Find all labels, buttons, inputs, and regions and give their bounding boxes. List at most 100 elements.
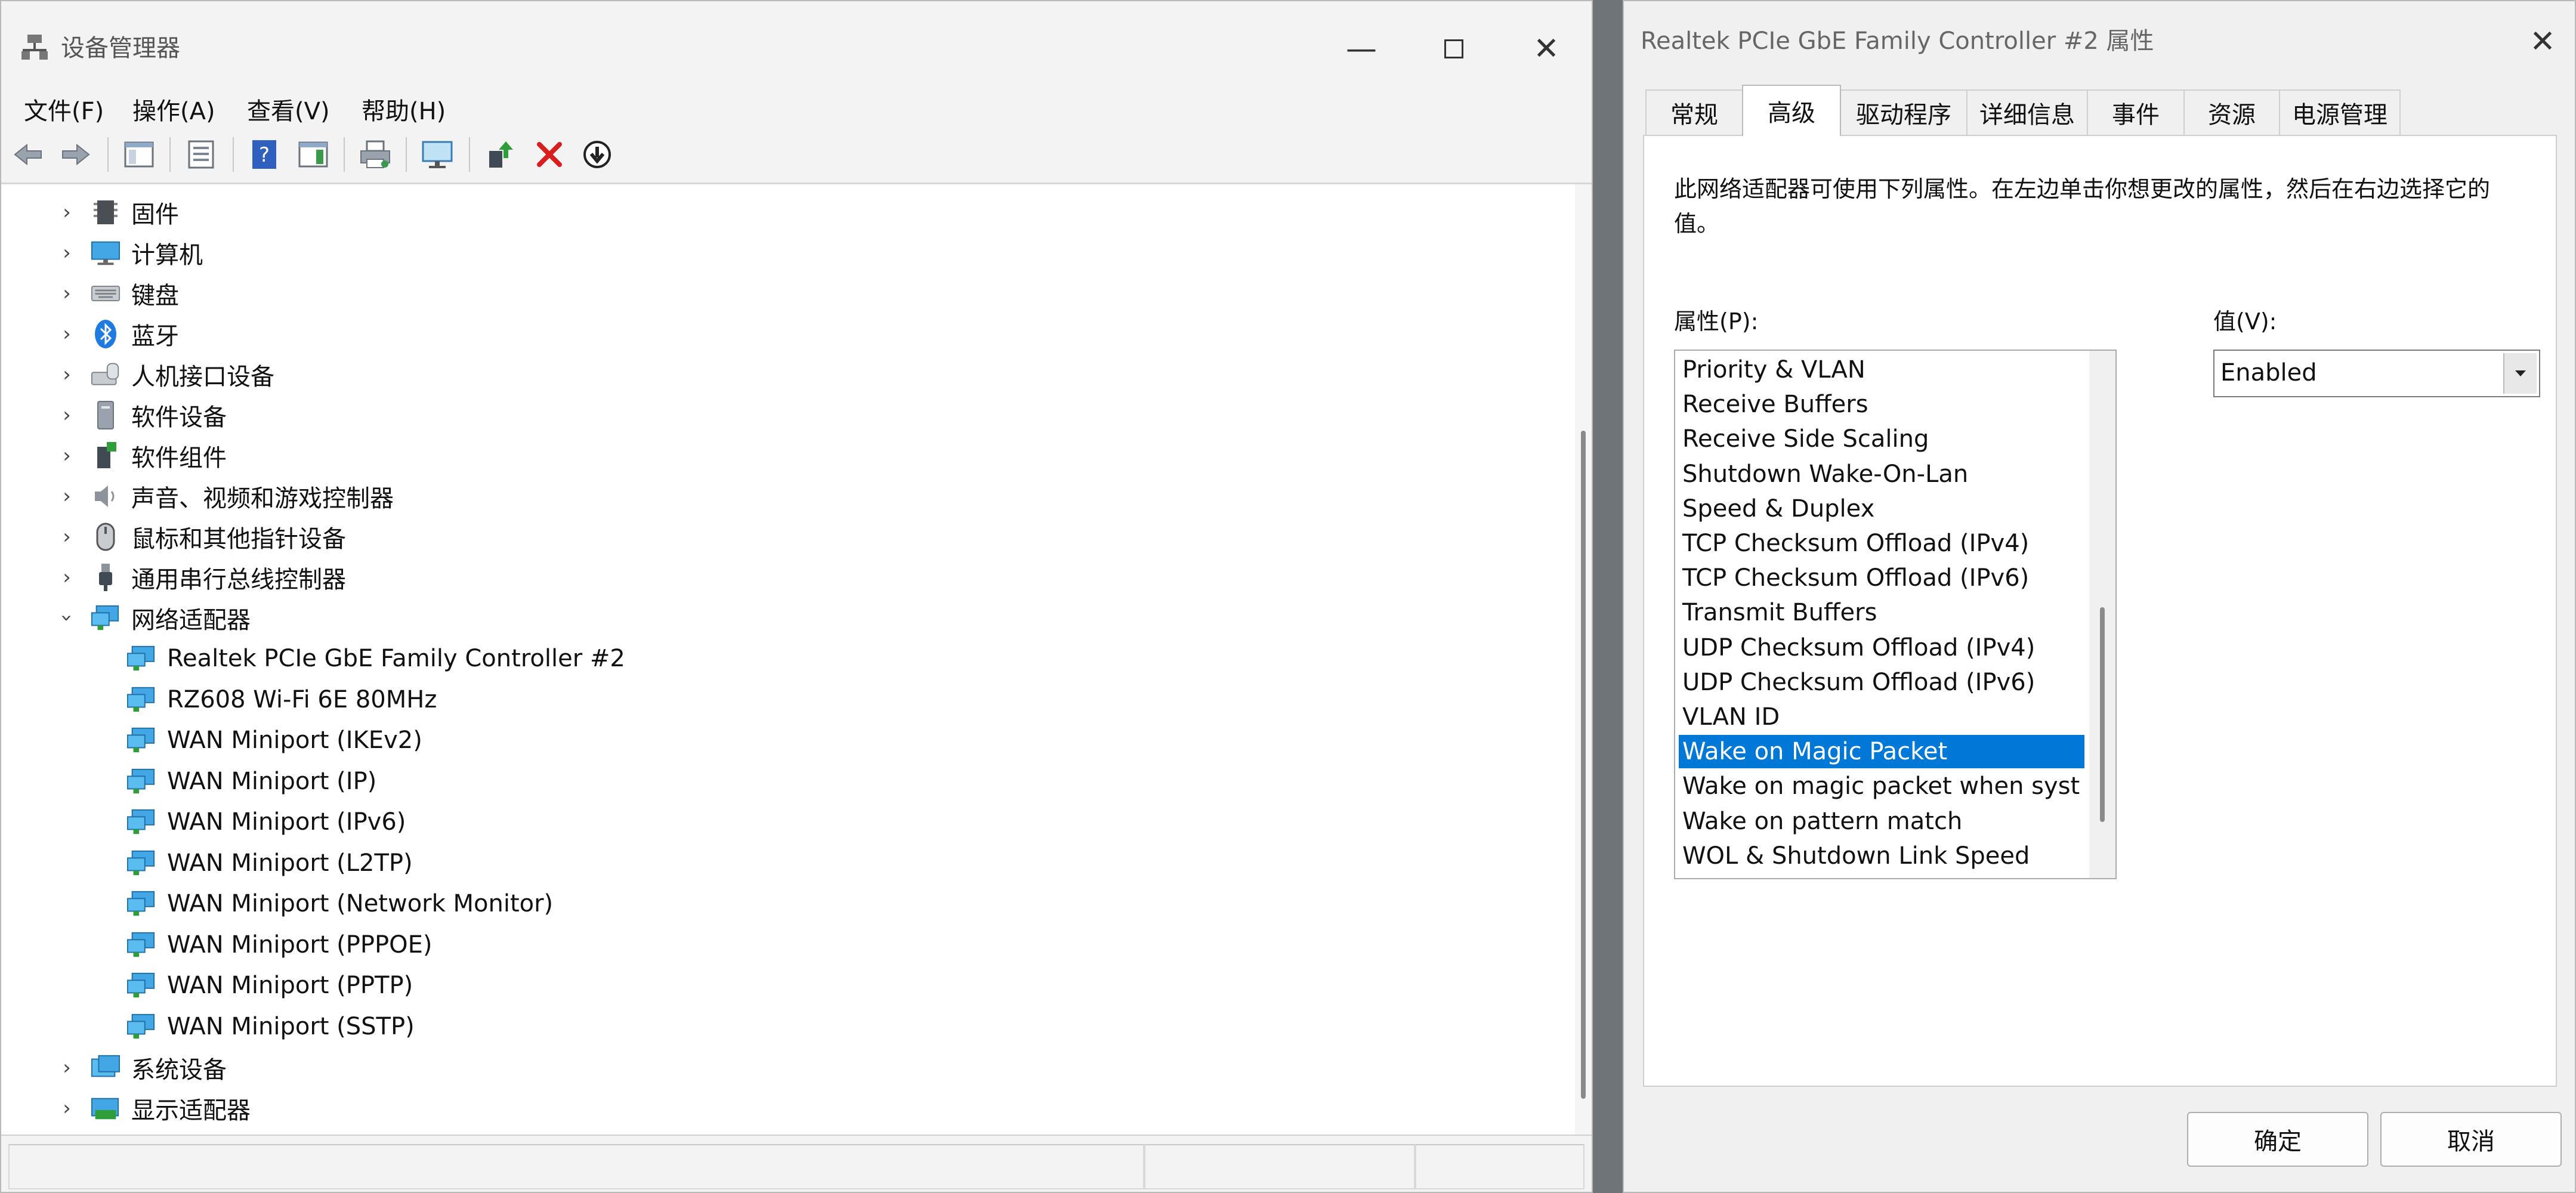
network-adapter-label: WAN Miniport (IPv6) (167, 808, 406, 836)
chevron-right-icon[interactable]: › (55, 1056, 79, 1080)
chevron-right-icon[interactable]: › (55, 403, 79, 427)
network-adapter-item[interactable]: WAN Miniport (IPv6) (115, 802, 406, 842)
maximize-button[interactable] (1418, 19, 1490, 79)
dropdown-arrow-icon[interactable] (2503, 353, 2537, 394)
tree-category-mouse[interactable]: › 鼠标和其他指针设备 (55, 517, 346, 557)
property-list-item[interactable]: Receive Buffers (1679, 388, 2084, 421)
tree-category-network-adapters[interactable]: › 网络适配器 (55, 598, 251, 638)
tab-general[interactable]: 常规 (1645, 89, 1743, 135)
tree-category-usb[interactable]: › 通用串行总线控制器 (55, 558, 346, 597)
device-tree[interactable]: › 固件 › 计算机 › 键盘 › 蓝牙 › 人机接口设备 › 软件设备 › 软… (1, 184, 1575, 1135)
network-adapter-item[interactable]: WAN Miniport (IP) (115, 762, 376, 801)
tree-category-label: 声音、视频和游戏控制器 (131, 485, 394, 512)
tree-category-keyboard[interactable]: › 键盘 (55, 274, 179, 313)
chevron-right-icon[interactable]: › (55, 363, 79, 387)
property-list-item[interactable]: WOL & Shutdown Link Speed (1679, 839, 2084, 873)
tab-advanced[interactable]: 高级 (1742, 85, 1841, 136)
tree-category-system-devices[interactable]: › 系统设备 (55, 1048, 227, 1087)
tree-category-software-devices[interactable]: › 软件设备 (55, 395, 227, 435)
property-list-item[interactable]: Speed & Duplex (1679, 492, 2084, 526)
dialog-close-button[interactable]: ✕ (2507, 12, 2575, 72)
tab-events[interactable]: 事件 (2087, 89, 2185, 135)
network-adapter-item[interactable]: WAN Miniport (PPPOE) (115, 925, 433, 965)
property-list-item[interactable]: Wake on magic packet when syst (1679, 769, 2084, 803)
chevron-right-icon[interactable]: › (55, 282, 79, 305)
property-list-item[interactable]: Priority & VLAN (1679, 353, 2084, 387)
disable-device-button[interactable] (531, 136, 568, 173)
menu-help[interactable]: 帮助(H) (357, 88, 450, 130)
chevron-right-icon[interactable]: › (55, 525, 79, 549)
property-list-item[interactable]: VLAN ID (1679, 700, 2084, 734)
network-adapter-icon (126, 930, 156, 960)
tree-category-label: 计算机 (131, 242, 203, 269)
listbox-scrollbar-thumb[interactable] (2100, 607, 2105, 822)
value-dropdown[interactable]: Enabled (2213, 350, 2540, 397)
chevron-down-icon[interactable]: › (55, 606, 79, 630)
chevron-right-icon[interactable]: › (55, 322, 79, 346)
tree-category-bluetooth[interactable]: › 蓝牙 (55, 314, 179, 354)
print-button[interactable] (357, 136, 394, 173)
tree-category-computer[interactable]: › 计算机 (55, 233, 203, 273)
description-text: 此网络适配器可使用下列属性。在左边单击你想更改的属性，然后在右边选择它的值。 (1674, 176, 2491, 237)
ok-button[interactable]: 确定 (2187, 1112, 2368, 1167)
network-adapter-icon (126, 644, 156, 673)
network-adapter-item[interactable]: Realtek PCIe GbE Family Controller #2 (115, 639, 625, 678)
chevron-right-icon[interactable]: › (55, 200, 79, 224)
action-pane-button[interactable] (295, 136, 332, 173)
property-list-item[interactable]: TCP Checksum Offload (IPv6) (1679, 561, 2084, 595)
properties-dialog: Realtek PCIe GbE Family Controller #2 属性… (1623, 0, 2576, 1193)
chevron-right-icon[interactable]: › (55, 1096, 79, 1120)
forward-button[interactable] (57, 136, 94, 173)
chevron-right-icon[interactable]: › (55, 444, 79, 468)
menu-action[interactable]: 操作(A) (128, 88, 220, 130)
value-dropdown-selected: Enabled (2220, 359, 2317, 387)
tree-category-sound[interactable]: › 声音、视频和游戏控制器 (55, 477, 394, 516)
show-hide-console-tree-button[interactable] (121, 136, 157, 173)
tab-power-management[interactable]: 电源管理 (2279, 89, 2401, 135)
cancel-button[interactable]: 取消 (2380, 1112, 2562, 1167)
property-list-item[interactable]: Shutdown Wake-On-Lan (1679, 458, 2084, 491)
network-adapter-item[interactable]: WAN Miniport (SSTP) (115, 1007, 415, 1046)
value-label: 值(V): (2213, 308, 2277, 335)
disable-device-icon (583, 141, 611, 168)
menu-file[interactable]: 文件(F) (19, 88, 109, 130)
property-list-item[interactable]: Wake on Magic Packet (1679, 735, 2084, 769)
properties-button[interactable] (183, 136, 220, 173)
property-list-item[interactable]: UDP Checksum Offload (IPv4) (1679, 631, 2084, 665)
help-button[interactable]: ? (246, 136, 283, 173)
tree-category-hid[interactable]: › 人机接口设备 (55, 355, 274, 394)
network-adapter-item[interactable]: WAN Miniport (IKEv2) (115, 721, 422, 760)
property-list-item[interactable]: Transmit Buffers (1679, 596, 2084, 629)
property-list-item[interactable]: Wake on pattern match (1679, 805, 2084, 838)
network-adapter-icon (126, 725, 156, 755)
minimize-button[interactable]: — (1326, 19, 1397, 79)
tab-details[interactable]: 详细信息 (1966, 89, 2088, 135)
network-adapter-item[interactable]: WAN Miniport (PPTP) (115, 966, 413, 1005)
property-list-item[interactable]: UDP Checksum Offload (IPv6) (1679, 666, 2084, 699)
network-adapter-item[interactable]: WAN Miniport (L2TP) (115, 843, 413, 883)
chevron-right-icon[interactable]: › (55, 484, 79, 508)
disable-driver-button[interactable] (579, 136, 616, 173)
chevron-right-icon[interactable]: › (55, 241, 79, 265)
property-list-item[interactable]: TCP Checksum Offload (IPv4) (1679, 527, 2084, 560)
chevron-right-icon[interactable]: › (55, 565, 79, 589)
tab-resources[interactable]: 资源 (2183, 89, 2280, 135)
property-list-item[interactable]: Receive Side Scaling (1679, 422, 2084, 456)
tab-driver[interactable]: 驱动程序 (1840, 89, 1967, 135)
property-listbox[interactable]: Priority & VLAN Receive Buffers Receive Si… (1674, 350, 2117, 879)
scan-hardware-icon (422, 141, 453, 168)
tree-category-display-adapters[interactable]: › 显示适配器 (55, 1089, 251, 1128)
scrollbar-thumb[interactable] (1581, 431, 1586, 1099)
menu-view[interactable]: 查看(V) (242, 88, 335, 130)
scan-hardware-button[interactable] (419, 136, 456, 173)
tree-category-software-components[interactable]: › 软件组件 (55, 436, 227, 475)
close-button[interactable]: ✕ (1511, 19, 1582, 79)
network-adapter-item[interactable]: WAN Miniport (Network Monitor) (115, 884, 553, 923)
back-button[interactable] (10, 136, 47, 173)
bluetooth-icon (91, 319, 121, 349)
tree-category-label: 网络适配器 (131, 607, 251, 634)
tree-category-firmware[interactable]: › 固件 (55, 193, 179, 232)
update-driver-button[interactable] (482, 136, 519, 173)
tree-category-label: 软件设备 (131, 404, 227, 431)
network-adapter-item[interactable]: RZ608 Wi-Fi 6E 80MHz (115, 680, 437, 719)
